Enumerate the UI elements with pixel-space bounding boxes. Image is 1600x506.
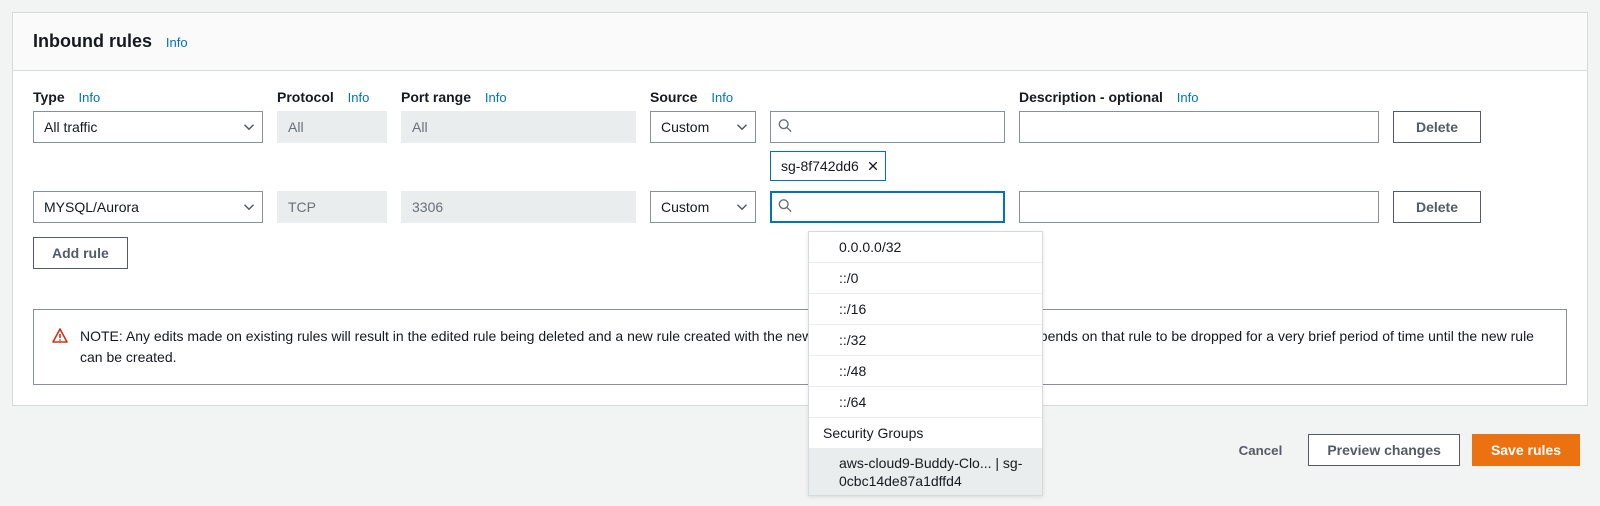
warning-icon bbox=[52, 328, 68, 368]
protocol-field: All bbox=[277, 111, 387, 143]
cancel-button[interactable]: Cancel bbox=[1225, 443, 1297, 458]
columns-header: Type Info Protocol Info Port range Info … bbox=[33, 89, 1567, 105]
col-port-label: Port range bbox=[401, 89, 471, 105]
source-mode-value: Custom bbox=[661, 119, 709, 135]
source-mode-value: Custom bbox=[661, 199, 709, 215]
add-rule-row: Add rule bbox=[33, 237, 1567, 269]
col-source-label: Source bbox=[650, 89, 697, 105]
source-dropdown: 0.0.0.0/32 ::/0 ::/16 ::/32 ::/48 ::/64 … bbox=[808, 231, 1043, 496]
remove-tag-button[interactable] bbox=[867, 160, 879, 172]
protocol-field: TCP bbox=[277, 191, 387, 223]
col-desc-label: Description - optional bbox=[1019, 89, 1163, 105]
dropdown-item[interactable]: ::/32 bbox=[809, 325, 1042, 356]
source-mode-select[interactable]: Custom bbox=[650, 111, 756, 143]
panel-header: Inbound rules Info bbox=[13, 13, 1587, 71]
footer-actions: Cancel Preview changes Save rules bbox=[0, 418, 1600, 474]
source-tag-text: sg-8f742dd6 bbox=[781, 158, 859, 174]
search-icon bbox=[778, 199, 792, 216]
source-tag-chip: sg-8f742dd6 bbox=[770, 151, 886, 181]
col-desc-info[interactable]: Info bbox=[1177, 90, 1199, 105]
col-type-info[interactable]: Info bbox=[79, 90, 101, 105]
col-type-label: Type bbox=[33, 89, 65, 105]
dropdown-item[interactable]: aws-cloud9-Buddy-Clo... | sg-0cbc14de87a… bbox=[809, 449, 1042, 495]
source-mode-select[interactable]: Custom bbox=[650, 191, 756, 223]
source-search-input[interactable] bbox=[770, 191, 1005, 223]
col-port-info[interactable]: Info bbox=[485, 90, 507, 105]
dropdown-group-label: Security Groups bbox=[809, 418, 1042, 449]
delete-button[interactable]: Delete bbox=[1393, 191, 1481, 223]
description-input[interactable] bbox=[1019, 111, 1379, 143]
col-source-info[interactable]: Info bbox=[711, 90, 733, 105]
add-rule-button[interactable]: Add rule bbox=[33, 237, 128, 269]
type-value: MYSQL/Aurora bbox=[44, 199, 139, 215]
panel-title: Inbound rules bbox=[33, 31, 152, 52]
dropdown-item[interactable]: ::/48 bbox=[809, 356, 1042, 387]
type-value: All traffic bbox=[44, 119, 97, 135]
col-protocol-info[interactable]: Info bbox=[348, 90, 370, 105]
port-field: All bbox=[401, 111, 636, 143]
delete-button[interactable]: Delete bbox=[1393, 111, 1481, 143]
col-protocol-label: Protocol bbox=[277, 89, 334, 105]
rule-row: MYSQL/Aurora TCP 3306 Custom bbox=[33, 191, 1567, 223]
dropdown-item[interactable]: ::/0 bbox=[809, 263, 1042, 294]
preview-changes-button[interactable]: Preview changes bbox=[1308, 434, 1460, 466]
search-icon bbox=[778, 119, 792, 136]
rule-row: All traffic All All Custom bbox=[33, 111, 1567, 181]
port-field: 3306 bbox=[401, 191, 636, 223]
inbound-rules-panel: Inbound rules Info Type Info Protocol In… bbox=[12, 12, 1588, 406]
save-rules-button[interactable]: Save rules bbox=[1472, 434, 1580, 466]
source-search-input[interactable] bbox=[770, 111, 1005, 143]
panel-body: Type Info Protocol Info Port range Info … bbox=[13, 71, 1587, 405]
panel-info-link[interactable]: Info bbox=[166, 35, 188, 50]
dropdown-item[interactable]: ::/64 bbox=[809, 387, 1042, 418]
note-box: NOTE: Any edits made on existing rules w… bbox=[33, 309, 1567, 385]
type-select[interactable]: MYSQL/Aurora bbox=[33, 191, 263, 223]
dropdown-item[interactable]: 0.0.0.0/32 bbox=[809, 232, 1042, 263]
type-select[interactable]: All traffic bbox=[33, 111, 263, 143]
dropdown-item[interactable]: ::/16 bbox=[809, 294, 1042, 325]
description-input[interactable] bbox=[1019, 191, 1379, 223]
